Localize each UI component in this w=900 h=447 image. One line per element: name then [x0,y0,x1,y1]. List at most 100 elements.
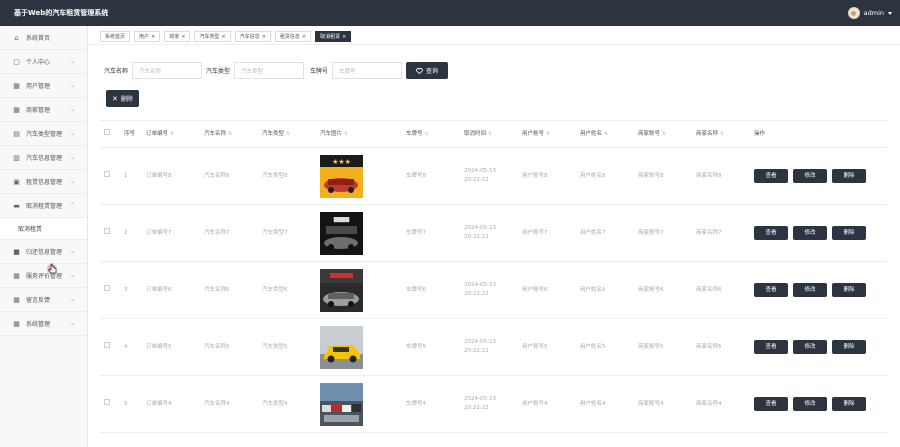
car-image[interactable]: ★★★ [320,154,402,198]
tab-5[interactable]: 租赁信息 × [274,31,312,42]
delete-button[interactable]: 删除 [832,169,866,183]
view-button[interactable]: 查看 [754,397,788,411]
close-icon[interactable]: × [151,34,155,40]
column-header[interactable]: 车牌号 ⇅ [402,130,460,139]
sidebar-item-label: 取消租赁管理 [26,203,63,210]
select-all-checkbox[interactable] [104,129,110,136]
close-icon[interactable]: × [181,34,185,40]
sort-icon[interactable]: ⇅ [425,131,429,137]
sort-icon[interactable]: ⇅ [228,131,232,137]
sidebar-item-11[interactable]: ▦ 系统管理 ⌄ [0,312,87,336]
tab-0[interactable]: 系统首页 [100,31,131,42]
query-button[interactable]: 查询 [406,62,449,79]
car-type-input[interactable]: 汽车类型 [234,62,305,79]
view-button[interactable]: 查看 [754,169,788,183]
cell-time: 2024-05-13 20:22:22 [464,282,496,297]
svg-text:★★★: ★★★ [332,158,351,166]
sort-icon[interactable]: ⇅ [170,131,174,137]
tab-2[interactable]: 商家 × [164,31,191,42]
sort-icon[interactable]: ⇅ [344,131,348,137]
delete-button[interactable]: 删除 [832,397,866,411]
car-name-input[interactable]: 汽车名称 [132,62,203,79]
chevron-down-icon[interactable] [888,11,892,15]
batch-delete-button[interactable]: ✕ 删除 [106,90,139,107]
edit-button[interactable]: 修改 [793,169,827,183]
close-icon[interactable]: × [342,34,346,40]
car-image[interactable] [320,382,402,426]
sidebar-item-5[interactable]: ▥ 汽车信息管理 ⌄ [0,146,87,170]
column-header[interactable]: 商家名称 ⇅ [692,130,750,139]
column-header[interactable]: 汽车类型 ⇅ [258,130,316,139]
table-row: 2 订单编号7 汽车名称7 汽车类型7 ▇▇▇▇ 车牌号7 2024-05-13 20:22… [100,205,887,262]
sidebar-item-label: 系统管理 [26,321,51,328]
view-button[interactable]: 查看 [754,340,788,354]
column-header[interactable]: 取消时间 ⇅ [460,130,518,139]
sidebar-item-2[interactable]: ▦ 用户管理 ⌄ [0,74,87,98]
edit-button[interactable]: 修改 [793,397,827,411]
edit-button[interactable]: 修改 [793,226,827,240]
sort-icon[interactable]: ⇅ [488,131,492,137]
user-menu[interactable]: admin [847,7,892,19]
row-checkbox-cell [100,285,120,295]
car-image[interactable]: ▇▇▇▇ [320,211,402,255]
sidebar-item-10[interactable]: ▦ 留言反馈 ⌄ [0,288,87,312]
sidebar-item-1[interactable]: ▢ 个人中心 ⌄ [0,50,87,74]
tab-4[interactable]: 汽车信息 × [234,31,271,42]
sort-icon[interactable]: ⇅ [662,131,666,137]
cell-uacc: 用户账号4 [522,400,548,407]
edit-button[interactable]: 修改 [793,340,827,354]
close-icon[interactable]: × [262,34,266,40]
sort-icon[interactable]: ⇅ [720,131,724,137]
column-header[interactable]: 用户姓名 ⇅ [576,130,634,139]
cell-uname: 用户姓名6 [580,286,606,293]
car-image[interactable] [320,268,402,312]
delete-button[interactable]: 删除 [832,283,866,297]
table-row: 5 订单编号4 汽车名称4 汽车类型4 车牌号4 2024-05-13 20:22:22 用… [100,376,887,433]
cell-uname: 用户姓名4 [580,400,606,407]
row-checkbox[interactable] [104,228,110,235]
edit-button[interactable]: 修改 [793,283,827,297]
close-icon[interactable]: × [221,34,225,40]
tab-6[interactable]: 取消租赁 × [315,31,352,42]
column-header-label: 商家名称 [696,130,719,137]
delete-button[interactable]: 删除 [832,226,866,240]
sidebar-item-3[interactable]: ▦ 商家管理 ⌄ [0,98,87,122]
sidebar-item-7[interactable]: ▬ 取消租赁管理 ⌃ [0,194,87,218]
avatar[interactable] [847,7,860,19]
chevron-down-icon: ⌄ [69,106,75,113]
column-header-label: 车牌号 [406,130,423,137]
sidebar-item-6[interactable]: ▣ 租赁信息管理 ⌄ [0,170,87,194]
tab-1[interactable]: 用户 × [134,31,161,42]
sidebar-item-8[interactable]: ■ 归还信息管理 ⌄ [0,240,87,264]
column-header[interactable]: 汽车图片 ⇅ [316,130,402,139]
column-header[interactable]: 用户账号 ⇅ [518,130,576,139]
plate-input[interactable]: 车牌号 [332,62,403,79]
row-checkbox[interactable] [104,285,110,292]
row-checkbox[interactable] [104,342,110,349]
row-checkbox[interactable] [104,399,110,406]
cell-mname: 商家名称4 [696,400,722,407]
sort-icon[interactable]: ⇅ [546,131,550,137]
grid-icon: ▦ [13,271,20,280]
delete-button[interactable]: 删除 [832,340,866,354]
sidebar-subitem-cancel-rental[interactable]: 取消租赁 [0,218,87,240]
sidebar-item-0[interactable]: ⌂ 系统首页 [0,26,87,50]
sidebar-item-4[interactable]: ▤ 汽车类型管理 ⌄ [0,122,87,146]
cell-mname: 商家名称5 [696,343,722,350]
sidebar-item-label: 商家管理 [26,107,51,114]
sidebar-item-9[interactable]: ▦ 服务评价管理 ⌄ [0,264,87,288]
close-icon[interactable]: × [302,34,306,40]
view-button[interactable]: 查看 [754,226,788,240]
sort-icon[interactable]: ⇅ [604,131,608,137]
username[interactable]: admin [864,9,884,17]
column-header[interactable]: 订单编号 ⇅ [142,130,200,139]
tab-3[interactable]: 汽车类型 × [194,31,231,42]
sort-icon[interactable]: ⇅ [286,131,290,137]
cell-macc: 商家账号5 [638,343,664,350]
column-header[interactable]: 汽车名称 ⇅ [200,130,258,139]
message-icon: ▬ [13,201,20,210]
row-checkbox[interactable] [104,171,110,178]
car-image[interactable] [320,325,402,369]
column-header[interactable]: 商家账号 ⇅ [634,130,692,139]
view-button[interactable]: 查看 [754,283,788,297]
